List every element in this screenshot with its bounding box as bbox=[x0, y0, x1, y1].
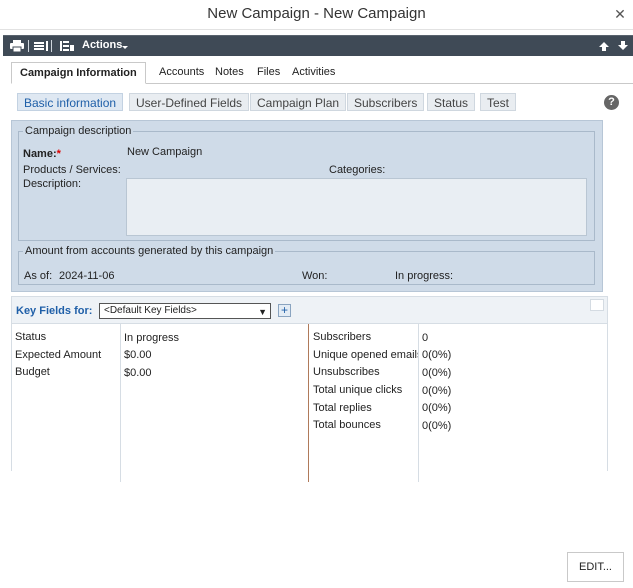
total-bounces-value: 0(0%) bbox=[422, 420, 452, 432]
total-unique-clicks-value: 0(0%) bbox=[422, 385, 452, 397]
toolbar-separator bbox=[28, 40, 29, 52]
key-fields-header: Key Fields for: <Default Key Fields> ▼ + bbox=[11, 296, 608, 324]
tab-campaign-information[interactable]: Campaign Information bbox=[11, 62, 146, 84]
expected-amount-value: $0.00 bbox=[124, 349, 152, 361]
campaign-description-legend: Campaign description bbox=[25, 125, 132, 137]
unsubscribes-label: Unsubscribes bbox=[313, 366, 380, 378]
name-field[interactable]: New Campaign bbox=[127, 146, 202, 158]
close-icon[interactable]: ✕ bbox=[613, 7, 627, 21]
key-fields-body: Status In progress Expected Amount $0.00… bbox=[11, 324, 608, 482]
add-key-field-button[interactable]: + bbox=[278, 304, 291, 317]
column-divider bbox=[308, 324, 309, 482]
subtab-subscribers[interactable]: Subscribers bbox=[347, 93, 425, 111]
arrow-down-icon[interactable] bbox=[618, 41, 628, 51]
toolbar-separator bbox=[51, 40, 52, 52]
key-fields-label: Key Fields for: bbox=[16, 305, 93, 317]
unique-opened-emails-value: 0(0%) bbox=[422, 349, 452, 361]
description-textarea[interactable] bbox=[126, 178, 587, 236]
in-progress-label: In progress: bbox=[395, 270, 454, 282]
won-label: Won: bbox=[302, 270, 328, 282]
status-value: In progress bbox=[124, 332, 180, 344]
subscribers-label: Subscribers bbox=[313, 331, 372, 343]
tab-notes[interactable]: Notes bbox=[209, 62, 250, 84]
subtab-status[interactable]: Status bbox=[427, 93, 476, 111]
list-icon[interactable] bbox=[34, 40, 48, 52]
chevron-down-icon: ▼ bbox=[258, 307, 267, 317]
tab-activities[interactable]: Activities bbox=[286, 62, 341, 84]
column-divider bbox=[418, 324, 419, 482]
total-replies-label: Total replies bbox=[313, 402, 372, 414]
title-bar: New Campaign - New Campaign ✕ bbox=[0, 0, 633, 30]
columns-icon[interactable] bbox=[60, 40, 74, 52]
description-label: Description: bbox=[23, 178, 82, 190]
edit-button[interactable]: EDIT... bbox=[567, 552, 624, 582]
required-mark: * bbox=[56, 148, 61, 160]
print-icon[interactable] bbox=[10, 40, 24, 52]
total-bounces-label: Total bounces bbox=[313, 419, 381, 431]
amount-legend: Amount from accounts generated by this c… bbox=[25, 245, 274, 257]
expand-icon[interactable] bbox=[590, 299, 604, 311]
arrow-up-icon[interactable] bbox=[599, 41, 609, 51]
subtab-basic-information[interactable]: Basic information bbox=[17, 93, 124, 111]
as-of-label: As of: bbox=[24, 270, 53, 282]
as-of-value: 2024-11-06 bbox=[59, 270, 115, 282]
campaign-description-group: Campaign description Name:* New Campaign… bbox=[18, 125, 595, 241]
window-title: New Campaign - New Campaign bbox=[207, 5, 426, 22]
budget-label: Budget bbox=[15, 366, 50, 378]
chevron-down-icon bbox=[122, 46, 128, 49]
expected-amount-label: Expected Amount bbox=[15, 349, 102, 361]
categories-label: Categories: bbox=[329, 164, 386, 176]
tab-accounts[interactable]: Accounts bbox=[153, 62, 210, 84]
tab-files[interactable]: Files bbox=[251, 62, 286, 84]
toolbar: Actions bbox=[3, 35, 633, 56]
subtab-campaign-plan[interactable]: Campaign Plan bbox=[250, 93, 347, 111]
description-panel: Campaign description Name:* New Campaign… bbox=[11, 120, 603, 292]
subtab-test[interactable]: Test bbox=[480, 93, 517, 111]
key-fields-select[interactable]: <Default Key Fields> ▼ bbox=[99, 303, 271, 319]
key-fields-selected: <Default Key Fields> bbox=[104, 305, 197, 316]
total-replies-value: 0(0%) bbox=[422, 402, 452, 414]
subscribers-value: 0 bbox=[422, 332, 429, 344]
actions-menu[interactable]: Actions bbox=[82, 39, 122, 51]
products-services-label: Products / Services: bbox=[23, 164, 121, 176]
unsubscribes-value: 0(0%) bbox=[422, 367, 452, 379]
help-icon[interactable]: ? bbox=[604, 95, 619, 110]
name-label: Name:* bbox=[23, 148, 61, 160]
total-unique-clicks-label: Total unique clicks bbox=[313, 384, 403, 396]
amount-group: Amount from accounts generated by this c… bbox=[18, 245, 595, 285]
budget-value: $0.00 bbox=[124, 367, 152, 379]
subtab-user-defined-fields[interactable]: User-Defined Fields bbox=[129, 93, 250, 111]
unique-opened-emails-label: Unique opened emails bbox=[313, 349, 418, 361]
column-divider bbox=[120, 324, 121, 482]
status-label: Status bbox=[15, 331, 47, 343]
